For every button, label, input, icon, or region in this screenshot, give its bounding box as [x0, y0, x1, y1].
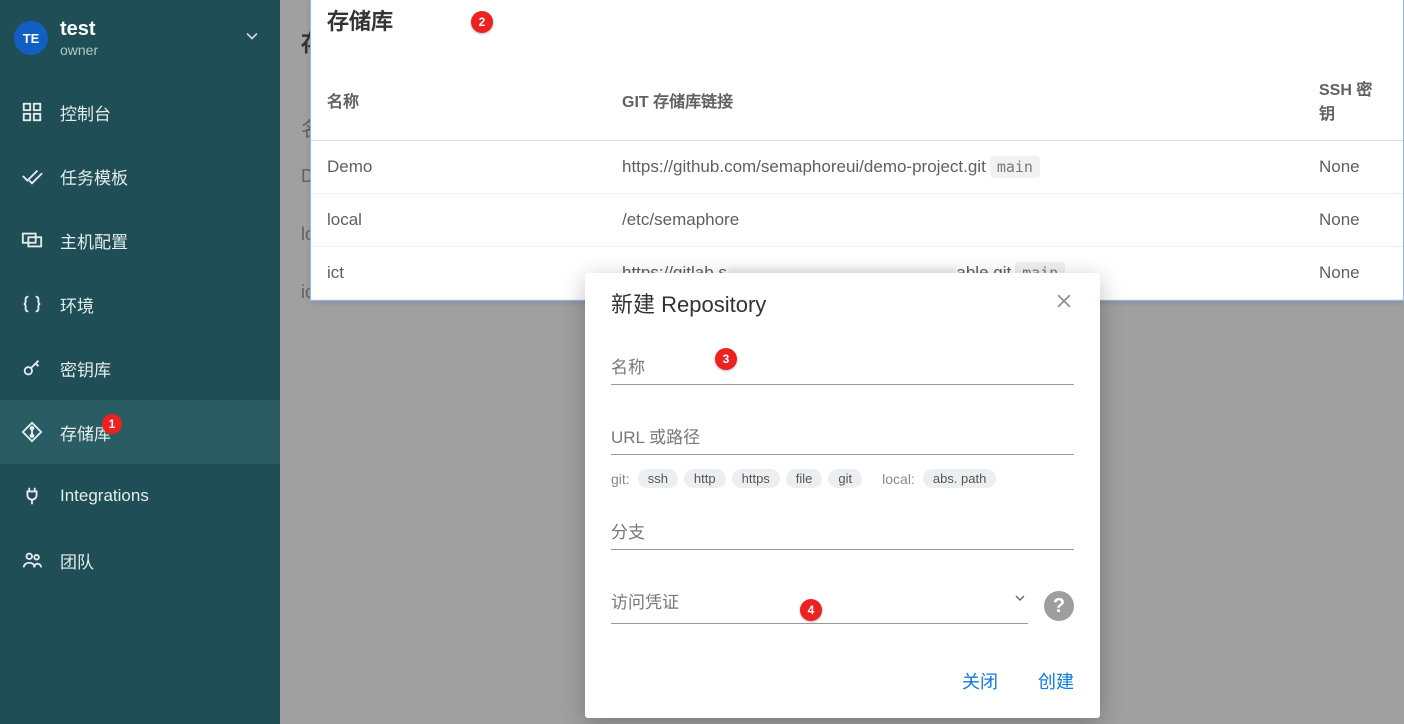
- caret-down-icon: [1012, 590, 1028, 611]
- sidebar-item-label: 控制台: [60, 100, 111, 125]
- project-name: test: [60, 18, 242, 40]
- cell-link: /etc/semaphore: [606, 194, 1303, 247]
- branch-chip: main: [990, 156, 1040, 178]
- sidebar: TE test owner 控制台 任务模板 主机配置 环境 密钥库 存储库 1…: [0, 0, 280, 724]
- close-button[interactable]: 关闭: [962, 668, 998, 694]
- sidebar-item-label: Integrations: [60, 486, 149, 506]
- braces-icon: [18, 292, 46, 316]
- callout-4: 4: [800, 599, 822, 621]
- sidebar-item-label: 环境: [60, 292, 94, 317]
- hint-chip: http: [684, 469, 726, 488]
- dashboard-icon: [18, 100, 46, 124]
- chevron-down-icon: [242, 26, 262, 51]
- table-row[interactable]: local /etc/semaphore None: [311, 194, 1403, 247]
- dialog-title: 新建 Repository: [611, 287, 766, 319]
- field-label: 分支: [611, 518, 1074, 543]
- hint-chip: file: [786, 469, 823, 488]
- sidebar-item-label: 团队: [60, 548, 94, 573]
- cell-name: local: [311, 194, 606, 247]
- project-switcher[interactable]: TE test owner: [0, 0, 280, 80]
- cell-name: ict: [311, 247, 606, 300]
- hint-chip: abs. path: [923, 469, 997, 488]
- sidebar-item-templates[interactable]: 任务模板: [0, 144, 280, 208]
- cell-ssh: None: [1303, 247, 1403, 300]
- team-icon: [18, 548, 46, 572]
- col-name: 名称: [311, 58, 606, 141]
- help-icon[interactable]: ?: [1044, 591, 1074, 621]
- field-branch[interactable]: 分支: [611, 518, 1074, 550]
- cell-ssh: None: [1303, 141, 1403, 194]
- col-link: GIT 存储库链接: [606, 58, 1303, 141]
- sidebar-item-label: 主机配置: [60, 228, 128, 253]
- sidebar-item-dashboard[interactable]: 控制台: [0, 80, 280, 144]
- new-repository-dialog: 新建 Repository 名称 URL 或路径 git: ssh http h…: [585, 273, 1100, 718]
- checks-icon: [18, 164, 46, 188]
- cell-link: https://github.com/semaphoreui/demo-proj…: [606, 141, 1303, 194]
- user-texts: test owner: [60, 18, 242, 58]
- key-icon: [18, 356, 46, 380]
- hint-chip: ssh: [638, 469, 678, 488]
- sidebar-item-keystore[interactable]: 密钥库: [0, 336, 280, 400]
- sidebar-item-inventory[interactable]: 主机配置: [0, 208, 280, 272]
- cell-name: Demo: [311, 141, 606, 194]
- project-role: owner: [60, 42, 242, 58]
- avatar: TE: [14, 21, 48, 55]
- field-label: 名称: [611, 353, 1074, 378]
- hint-chip: https: [732, 469, 780, 488]
- sidebar-item-team[interactable]: 团队: [0, 528, 280, 592]
- table-row[interactable]: Demo https://github.com/semaphoreui/demo…: [311, 141, 1403, 194]
- create-button[interactable]: 创建: [1038, 668, 1074, 694]
- close-icon[interactable]: [1054, 291, 1074, 316]
- callout-3: 3: [715, 348, 737, 370]
- repositories-panel: 存储库 名称 GIT 存储库链接 SSH 密钥 Demo https://git…: [310, 0, 1404, 301]
- git-icon: [18, 420, 46, 444]
- monitors-icon: [18, 228, 46, 252]
- sidebar-item-label: 密钥库: [60, 356, 111, 381]
- repositories-table: 名称 GIT 存储库链接 SSH 密钥 Demo https://github.…: [311, 58, 1403, 300]
- field-label: URL 或路径: [611, 423, 1074, 448]
- cell-ssh: None: [1303, 194, 1403, 247]
- sidebar-item-label: 任务模板: [60, 164, 128, 189]
- field-url[interactable]: URL 或路径 git: ssh http https file git loc…: [611, 423, 1074, 488]
- sidebar-item-integrations[interactable]: Integrations: [0, 464, 280, 528]
- callout-1: 1: [102, 414, 122, 434]
- field-label: 访问凭证: [611, 588, 679, 613]
- sidebar-item-repositories[interactable]: 存储库 1: [0, 400, 280, 464]
- col-ssh: SSH 密钥: [1303, 58, 1403, 141]
- plug-icon: [18, 484, 46, 508]
- sidebar-item-environment[interactable]: 环境: [0, 272, 280, 336]
- hint-chip: git: [828, 469, 862, 488]
- callout-2: 2: [471, 11, 493, 33]
- url-hints: git: ssh http https file git local: abs.…: [611, 469, 1074, 488]
- field-name[interactable]: 名称: [611, 353, 1074, 385]
